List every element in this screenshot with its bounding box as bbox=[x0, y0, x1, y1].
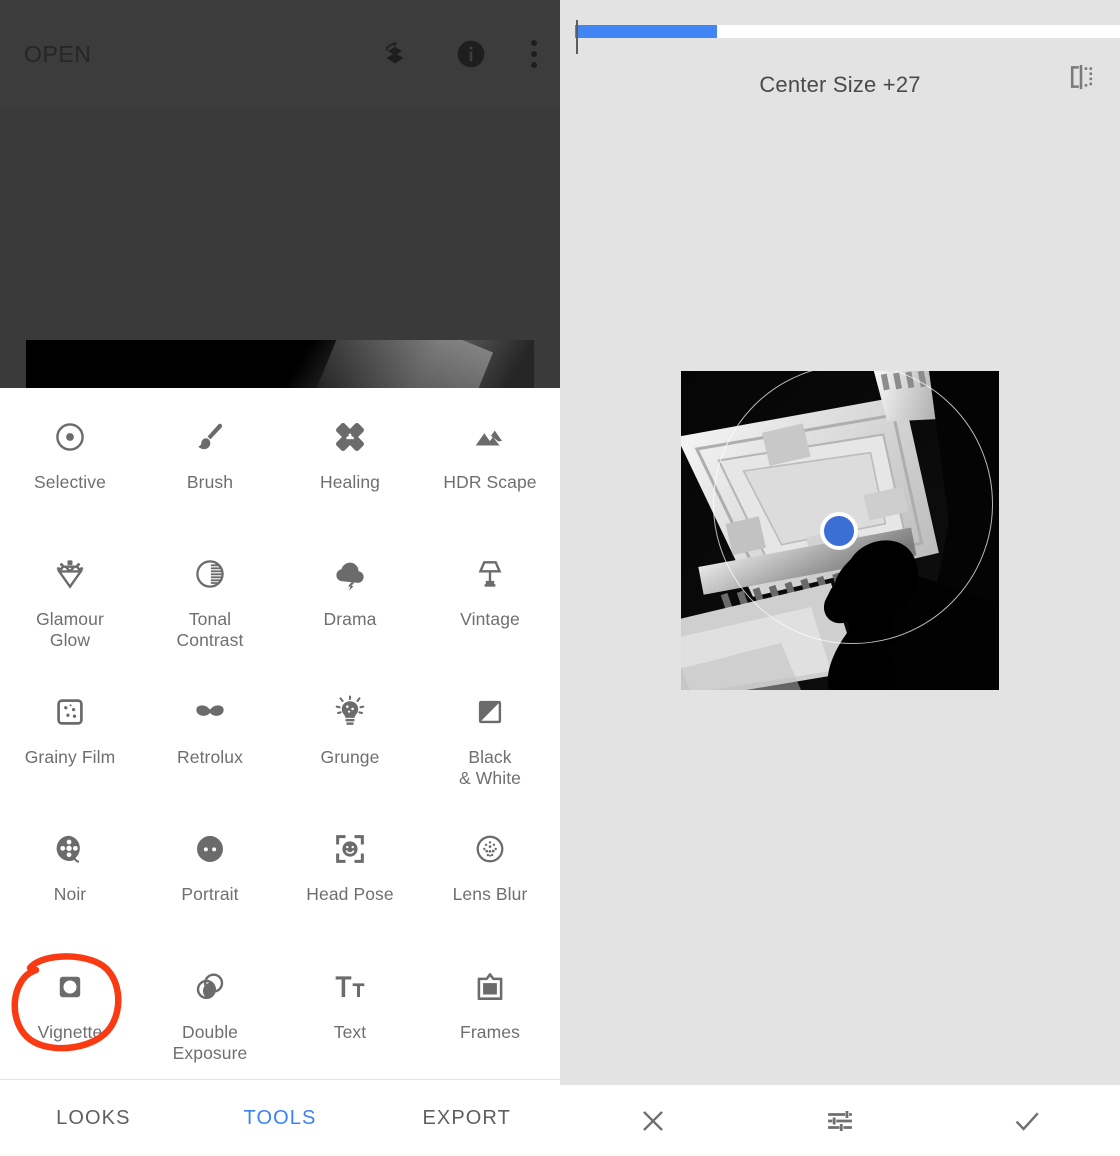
tools-browser-panel: OPEN Selective Brush Healing HDR Scape G… bbox=[0, 0, 560, 1156]
tool-noir[interactable]: Noir bbox=[0, 804, 140, 941]
vignette-editor-panel: Center Size +27 bbox=[560, 0, 1120, 1156]
black-and-white-icon bbox=[465, 689, 515, 735]
tool-label: Glamour Glow bbox=[36, 609, 104, 651]
tool-label: Double Exposure bbox=[172, 1021, 248, 1063]
center-size-slider[interactable] bbox=[575, 20, 1120, 54]
tool-lens-blur[interactable]: Lens Blur bbox=[420, 804, 560, 941]
tool-label: Lens Blur bbox=[452, 884, 528, 905]
tool-label: Frames bbox=[460, 1021, 520, 1042]
vintage-icon bbox=[465, 551, 515, 597]
overflow-menu-icon[interactable] bbox=[530, 37, 538, 71]
tool-label: Vintage bbox=[460, 609, 520, 630]
tool-vignette[interactable]: Vignette bbox=[0, 942, 140, 1079]
tool-label: Brush bbox=[186, 472, 234, 492]
photo-preview-strip bbox=[26, 340, 534, 390]
tool-hdr-scape[interactable]: HDR Scape bbox=[420, 392, 560, 529]
tool-grunge[interactable]: Grunge bbox=[280, 667, 420, 804]
tool-label: Noir bbox=[53, 884, 87, 905]
tool-healing[interactable]: Healing bbox=[280, 392, 420, 529]
tool-label: Grainy Film bbox=[24, 746, 116, 767]
tab-looks[interactable]: LOOKS bbox=[0, 1107, 187, 1130]
noir-icon bbox=[45, 826, 95, 872]
double-exposure-icon bbox=[185, 964, 235, 1010]
photo-canvas[interactable] bbox=[681, 371, 999, 690]
healing-icon bbox=[325, 414, 375, 460]
tool-label: Selective bbox=[34, 472, 106, 492]
top-bar-actions bbox=[378, 37, 538, 71]
tool-double-exposure[interactable]: Double Exposure bbox=[140, 942, 280, 1079]
selective-icon bbox=[45, 414, 95, 460]
grunge-icon bbox=[325, 689, 375, 735]
tool-black-and-white[interactable]: Black & White bbox=[420, 667, 560, 804]
tool-label: Head Pose bbox=[306, 884, 394, 905]
apply-button[interactable] bbox=[933, 1085, 1120, 1156]
bottom-tab-bar: LOOKS TOOLS EXPORT bbox=[0, 1079, 560, 1156]
frames-icon bbox=[465, 964, 515, 1010]
parameter-title: Center Size +27 bbox=[759, 72, 921, 97]
tool-frames[interactable]: Frames bbox=[420, 942, 560, 1079]
tool-label: Drama bbox=[323, 609, 377, 630]
tool-selective[interactable]: Selective bbox=[0, 392, 140, 529]
tool-label: Vignette bbox=[37, 1021, 103, 1042]
undo-stack-icon[interactable] bbox=[378, 37, 412, 71]
compare-icon[interactable] bbox=[1064, 60, 1098, 94]
tool-label: Text bbox=[333, 1021, 367, 1042]
tool-text[interactable]: Text bbox=[280, 942, 420, 1079]
tool-tonal-contrast[interactable]: Tonal Contrast bbox=[140, 529, 280, 666]
vignette-icon bbox=[45, 964, 95, 1010]
tool-brush[interactable]: Brush bbox=[140, 392, 280, 529]
tool-label: Grunge bbox=[320, 746, 380, 767]
tools-sheet: Selective Brush Healing HDR Scape Glamou… bbox=[0, 388, 560, 1156]
vignette-center-handle[interactable] bbox=[820, 512, 858, 550]
adjust-button[interactable] bbox=[747, 1085, 934, 1156]
tool-label: HDR Scape bbox=[443, 472, 537, 492]
hdr-scape-icon bbox=[465, 414, 515, 460]
editor-action-bar bbox=[560, 1084, 1120, 1156]
drama-icon bbox=[325, 551, 375, 597]
tool-head-pose[interactable]: Head Pose bbox=[280, 804, 420, 941]
tool-portrait[interactable]: Portrait bbox=[140, 804, 280, 941]
check-icon bbox=[1015, 1112, 1039, 1131]
tool-glamour-glow[interactable]: Glamour Glow bbox=[0, 529, 140, 666]
close-icon bbox=[643, 1110, 664, 1131]
sliders-icon bbox=[828, 1110, 852, 1131]
retrolux-icon bbox=[185, 689, 235, 735]
tool-label: Healing bbox=[319, 472, 381, 492]
tool-drama[interactable]: Drama bbox=[280, 529, 420, 666]
tool-label: Retrolux bbox=[177, 746, 243, 767]
snapseed-screenshot: OPEN Selective Brush Healing HDR Scape G… bbox=[0, 0, 1120, 1156]
tonal-contrast-icon bbox=[185, 551, 235, 597]
tool-grainy-film[interactable]: Grainy Film bbox=[0, 667, 140, 804]
tab-export[interactable]: EXPORT bbox=[373, 1107, 560, 1130]
portrait-icon bbox=[185, 826, 235, 872]
slider-handle[interactable] bbox=[576, 20, 578, 54]
tool-retrolux[interactable]: Retrolux bbox=[140, 667, 280, 804]
text-icon bbox=[325, 964, 375, 1010]
tool-vintage[interactable]: Vintage bbox=[420, 529, 560, 666]
parameter-header: Center Size +27 bbox=[560, 58, 1120, 112]
tool-label: Black & White bbox=[459, 746, 521, 788]
tool-label: Tonal Contrast bbox=[176, 609, 244, 651]
tools-grid: Selective Brush Healing HDR Scape Glamou… bbox=[0, 388, 560, 1079]
slider-fill bbox=[575, 25, 717, 38]
info-icon[interactable] bbox=[454, 37, 488, 71]
open-button[interactable]: OPEN bbox=[24, 41, 378, 68]
cancel-button[interactable] bbox=[560, 1085, 747, 1156]
brush-icon bbox=[185, 414, 235, 460]
lens-blur-icon bbox=[465, 826, 515, 872]
tab-tools[interactable]: TOOLS bbox=[187, 1107, 374, 1130]
glamour-glow-icon bbox=[45, 551, 95, 597]
tool-label: Portrait bbox=[181, 884, 239, 905]
grainy-film-icon bbox=[45, 689, 95, 735]
head-pose-icon bbox=[325, 826, 375, 872]
top-app-bar: OPEN bbox=[0, 0, 560, 108]
